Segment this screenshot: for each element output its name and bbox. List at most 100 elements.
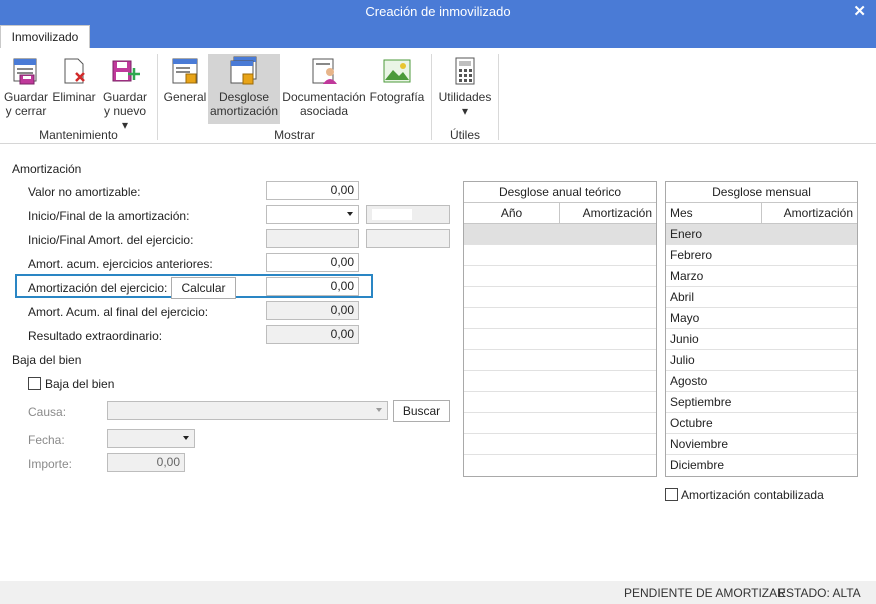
month-row[interactable]: Noviembre — [666, 434, 857, 455]
document-user-icon — [309, 56, 339, 86]
month-row[interactable]: Enero — [666, 224, 857, 245]
label-amortizacion-ejercicio: Amortización del ejercicio: — [28, 281, 168, 295]
photo-label: Fotografía — [369, 90, 425, 104]
breakdown-label-1: Desglose — [218, 90, 270, 104]
close-icon[interactable]: ✕ — [853, 0, 866, 23]
month-row[interactable]: Marzo — [666, 266, 857, 287]
amortizacion-contabilizada-checkbox[interactable] — [665, 488, 678, 501]
baja-checkbox[interactable] — [28, 377, 41, 390]
inicio-amortizacion-dropdown[interactable] — [266, 205, 359, 224]
breakdown-icon — [229, 56, 259, 86]
delete-icon — [59, 56, 89, 86]
label-valor-no-amortizable: Valor no amortizable: — [28, 185, 141, 199]
column-header-amortizacion[interactable]: Amortización — [762, 203, 857, 223]
inicio-ejercicio-field — [266, 229, 359, 248]
fecha-dropdown[interactable] — [107, 429, 195, 448]
month-row[interactable]: Diciembre — [666, 455, 857, 476]
calcular-button[interactable]: Calcular — [171, 277, 236, 299]
annual-breakdown-grid: Desglose anual teórico Año Amortización — [463, 181, 657, 477]
month-row[interactable]: Junio — [666, 329, 857, 350]
month-row[interactable]: Abril — [666, 287, 857, 308]
table-row[interactable] — [464, 392, 656, 413]
final-ejercicio-field — [366, 229, 450, 248]
table-row[interactable] — [464, 371, 656, 392]
label-resultado: Resultado extraordinario: — [28, 329, 163, 343]
general-label: General — [163, 90, 207, 104]
status-pending: PENDIENTE DE AMORTIZAR — [624, 586, 786, 600]
table-row[interactable] — [464, 350, 656, 371]
chevron-down-icon — [347, 212, 353, 216]
chevron-down-icon — [376, 408, 382, 412]
utilities-label: Utilidades — [438, 90, 492, 104]
causa-dropdown[interactable] — [107, 401, 388, 420]
delete-label: Eliminar — [52, 90, 96, 104]
table-row[interactable] — [464, 287, 656, 308]
label-acum-final: Amort. Acum. al final del ejercicio: — [28, 305, 209, 319]
ribbon: Guardar y cerrar Eliminar Guardar y nuev… — [0, 48, 876, 144]
window-title: Creación de inmovilizado — [365, 4, 511, 19]
general-icon — [170, 56, 200, 86]
table-row[interactable] — [464, 266, 656, 287]
tab-inmovilizado[interactable]: Inmovilizado — [0, 25, 90, 48]
amortizacion-ejercicio-field[interactable]: 0,00 — [266, 277, 359, 296]
valor-no-amortizable-field[interactable]: 0,00 — [266, 181, 359, 200]
save-close-button[interactable]: Guardar y cerrar — [3, 56, 49, 118]
table-row[interactable] — [464, 245, 656, 266]
month-row[interactable]: Julio — [666, 350, 857, 371]
baja-checkbox-label: Baja del bien — [45, 377, 115, 391]
annual-breakdown-header: Año Amortización — [464, 203, 656, 224]
save-close-icon — [11, 56, 41, 86]
table-row[interactable] — [464, 455, 656, 476]
separator — [498, 54, 499, 140]
ribbon-tabs: Inmovilizado — [0, 23, 876, 48]
table-row[interactable] — [464, 434, 656, 455]
documentation-label-1: Documentación — [282, 90, 366, 104]
final-amortizacion-field[interactable] — [366, 205, 450, 224]
annual-breakdown-title: Desglose anual teórico — [464, 182, 656, 203]
chevron-down-icon — [183, 436, 189, 440]
save-new-label-1: Guardar — [102, 90, 148, 104]
month-row[interactable]: Febrero — [666, 245, 857, 266]
title-bar: Creación de inmovilizado ✕ — [0, 0, 876, 23]
group-mostrar: Mostrar — [274, 128, 315, 142]
save-new-icon — [110, 56, 140, 86]
breakdown-label-2: amortización — [209, 104, 279, 118]
amortizacion-contabilizada-label: Amortización contabilizada — [681, 488, 824, 502]
table-row[interactable] — [464, 308, 656, 329]
table-row[interactable] — [464, 224, 656, 245]
acum-final-field: 0,00 — [266, 301, 359, 320]
column-header-amortizacion[interactable]: Amortización — [560, 203, 656, 223]
save-new-button[interactable]: Guardar y nuevo ▾ — [100, 56, 150, 132]
status-state: ESTADO: ALTA — [778, 586, 861, 600]
label-fecha: Fecha: — [28, 433, 65, 447]
documentation-button[interactable]: Documentación asociada — [282, 56, 366, 118]
label-inicio-final: Inicio/Final de la amortización: — [28, 209, 190, 223]
month-row[interactable]: Mayo — [666, 308, 857, 329]
section-amortizacion: Amortización — [12, 162, 82, 176]
picture-icon — [382, 56, 412, 86]
monthly-breakdown-title: Desglose mensual — [666, 182, 857, 203]
month-row[interactable]: Agosto — [666, 371, 857, 392]
save-close-label-1: Guardar — [3, 90, 49, 104]
month-row[interactable]: Octubre — [666, 413, 857, 434]
final-amortizacion-value-area — [372, 209, 412, 220]
table-row[interactable] — [464, 413, 656, 434]
photo-button[interactable]: Fotografía — [368, 56, 426, 104]
calculator-icon — [450, 56, 480, 86]
documentation-label-2: asociada — [299, 104, 349, 118]
save-close-label-2: y cerrar — [5, 104, 47, 118]
general-button[interactable]: General — [163, 56, 207, 104]
breakdown-button[interactable]: Desglose amortización — [208, 54, 280, 124]
table-row[interactable] — [464, 329, 656, 350]
label-acum-anteriores: Amort. acum. ejercicios anteriores: — [28, 257, 213, 271]
buscar-button[interactable]: Buscar — [393, 400, 450, 422]
label-inicio-final-ejercicio: Inicio/Final Amort. del ejercicio: — [28, 233, 194, 247]
delete-button[interactable]: Eliminar — [52, 56, 96, 104]
month-row[interactable]: Septiembre — [666, 392, 857, 413]
group-utiles: Útiles — [449, 128, 480, 142]
utilities-button[interactable]: Utilidades ▾ — [436, 56, 494, 118]
acum-anteriores-field[interactable]: 0,00 — [266, 253, 359, 272]
monthly-breakdown-grid: Desglose mensual Mes Amortización Enero … — [665, 181, 858, 477]
column-header-ano[interactable]: Año — [464, 203, 560, 223]
column-header-mes[interactable]: Mes — [666, 203, 762, 223]
